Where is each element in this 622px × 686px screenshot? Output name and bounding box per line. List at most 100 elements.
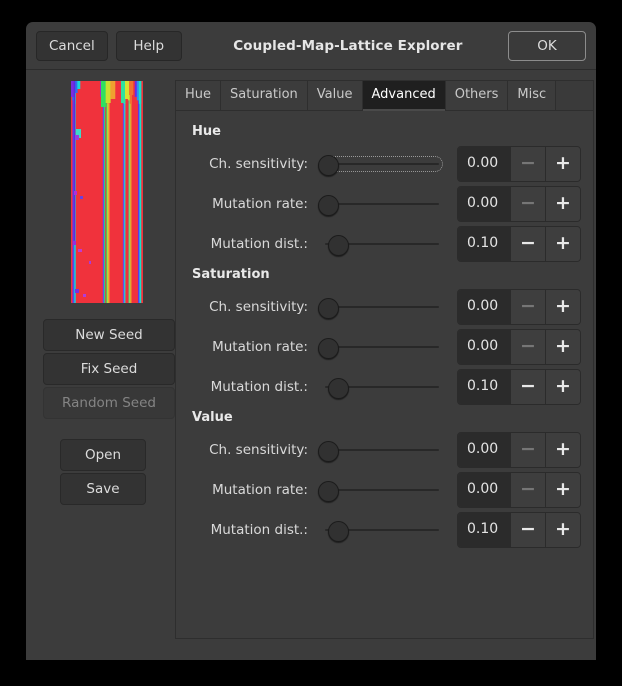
- new-seed-button[interactable]: New Seed: [43, 319, 175, 351]
- slider-handle[interactable]: [318, 441, 339, 462]
- slider-value-ch-sensitivity[interactable]: [318, 437, 443, 463]
- slider-hue-ch-sensitivity[interactable]: [318, 151, 443, 177]
- sidebar: New SeedFix SeedRandom Seed OpenSave: [26, 71, 175, 660]
- setting-row-saturation-mutation-rate: Mutation rate:0.00−+: [188, 327, 581, 367]
- coupled-map-lattice-preview[interactable]: [71, 81, 143, 303]
- slider-track: [325, 346, 439, 348]
- spin-value-input[interactable]: 0.10: [458, 227, 510, 261]
- slider-handle[interactable]: [318, 298, 339, 319]
- minus-icon[interactable]: −: [510, 370, 545, 404]
- slider-saturation-ch-sensitivity[interactable]: [318, 294, 443, 320]
- minus-icon: −: [510, 187, 545, 221]
- seed-button-group: New SeedFix SeedRandom Seed: [43, 319, 175, 419]
- spin-value-input[interactable]: 0.00: [458, 473, 510, 507]
- spinbox-value-mutation-dist: 0.10−+: [457, 512, 581, 548]
- slider-handle[interactable]: [328, 235, 349, 256]
- plus-icon[interactable]: +: [545, 473, 580, 507]
- setting-row-saturation-mutation-dist: Mutation dist.: 0.10−+: [188, 367, 581, 407]
- plus-icon[interactable]: +: [545, 187, 580, 221]
- plus-icon[interactable]: +: [545, 370, 580, 404]
- setting-label: Ch. sensitivity:: [188, 156, 318, 172]
- spin-value-input[interactable]: 0.10: [458, 513, 510, 547]
- plus-icon[interactable]: +: [545, 330, 580, 364]
- spin-value-input[interactable]: 0.00: [458, 290, 510, 324]
- slider-track: [325, 203, 439, 205]
- cancel-button[interactable]: Cancel: [36, 31, 108, 61]
- minus-icon: −: [510, 147, 545, 181]
- setting-row-value-ch-sensitivity: Ch. sensitivity:0.00−+: [188, 430, 581, 470]
- slider-handle[interactable]: [318, 195, 339, 216]
- slider-handle[interactable]: [318, 155, 339, 176]
- plus-icon[interactable]: +: [545, 513, 580, 547]
- dialog-title: Coupled-Map-Lattice Explorer: [182, 38, 508, 54]
- setting-row-value-mutation-dist: Mutation dist.: 0.10−+: [188, 510, 581, 550]
- fix-seed-button[interactable]: Fix Seed: [43, 353, 175, 385]
- spinbox-hue-mutation-rate: 0.00−+: [457, 186, 581, 222]
- setting-label: Mutation dist.:: [188, 522, 318, 538]
- minus-icon[interactable]: −: [510, 227, 545, 261]
- tab-misc[interactable]: Misc: [508, 81, 556, 110]
- spinbox-saturation-ch-sensitivity: 0.00−+: [457, 289, 581, 325]
- dialog-header: Cancel Help Coupled-Map-Lattice Explorer…: [26, 22, 596, 70]
- screen: Cancel Help Coupled-Map-Lattice Explorer…: [0, 0, 622, 686]
- setting-label: Mutation dist.:: [188, 236, 318, 252]
- slider-saturation-mutation-dist[interactable]: [318, 374, 443, 400]
- slider-value-mutation-dist[interactable]: [318, 517, 443, 543]
- minus-icon: −: [510, 290, 545, 324]
- slider-value-mutation-rate[interactable]: [318, 477, 443, 503]
- tab-hue[interactable]: Hue: [176, 81, 221, 110]
- plus-icon[interactable]: +: [545, 290, 580, 324]
- spinbox-hue-ch-sensitivity: 0.00−+: [457, 146, 581, 182]
- setting-row-hue-ch-sensitivity: Ch. sensitivity: 0.00−+: [188, 144, 581, 184]
- tab-strip: HueSaturationValueAdvancedOthersMisc: [175, 80, 594, 110]
- setting-label: Ch. sensitivity:: [188, 299, 318, 315]
- minus-icon[interactable]: −: [510, 513, 545, 547]
- slider-track: [325, 449, 439, 451]
- plus-icon[interactable]: +: [545, 227, 580, 261]
- spin-value-input[interactable]: 0.00: [458, 147, 510, 181]
- tab-saturation[interactable]: Saturation: [221, 81, 308, 110]
- preview-image: [71, 81, 143, 303]
- slider-saturation-mutation-rate[interactable]: [318, 334, 443, 360]
- setting-label: Mutation dist.:: [188, 379, 318, 395]
- settings-notebook: HueSaturationValueAdvancedOthersMisc Hue…: [175, 71, 606, 660]
- tab-value[interactable]: Value: [308, 81, 363, 110]
- minus-icon: −: [510, 330, 545, 364]
- tab-strip-filler: [556, 81, 593, 110]
- slider-handle[interactable]: [328, 378, 349, 399]
- slider-handle[interactable]: [328, 521, 349, 542]
- group-title-hue: Hue: [192, 124, 581, 139]
- header-left-buttons: Cancel Help: [36, 31, 182, 61]
- tab-others[interactable]: Others: [446, 81, 509, 110]
- spin-value-input[interactable]: 0.00: [458, 187, 510, 221]
- cml-explorer-window: Cancel Help Coupled-Map-Lattice Explorer…: [26, 22, 596, 660]
- slider-track: [325, 306, 439, 308]
- spin-value-input[interactable]: 0.10: [458, 370, 510, 404]
- plus-icon[interactable]: +: [545, 147, 580, 181]
- slider-handle[interactable]: [318, 481, 339, 502]
- spin-value-input[interactable]: 0.00: [458, 330, 510, 364]
- slider-hue-mutation-dist[interactable]: [318, 231, 443, 257]
- setting-row-hue-mutation-rate: Mutation rate: 0.00−+: [188, 184, 581, 224]
- setting-label: Mutation rate:: [188, 482, 318, 498]
- dialog-body: New SeedFix SeedRandom Seed OpenSave Hue…: [26, 71, 596, 660]
- plus-icon[interactable]: +: [545, 433, 580, 467]
- open-button[interactable]: Open: [60, 439, 146, 471]
- setting-label: Ch. sensitivity:: [188, 442, 318, 458]
- random-seed-button: Random Seed: [43, 387, 175, 419]
- spinbox-saturation-mutation-dist: 0.10−+: [457, 369, 581, 405]
- slider-handle[interactable]: [318, 338, 339, 359]
- minus-icon: −: [510, 473, 545, 507]
- save-button[interactable]: Save: [60, 473, 146, 505]
- spinbox-value-mutation-rate: 0.00−+: [457, 472, 581, 508]
- group-title-saturation: Saturation: [192, 267, 581, 282]
- spinbox-saturation-mutation-rate: 0.00−+: [457, 329, 581, 365]
- ok-button[interactable]: OK: [508, 31, 586, 61]
- slider-hue-mutation-rate[interactable]: [318, 191, 443, 217]
- setting-label: Mutation rate:: [188, 196, 318, 212]
- setting-row-saturation-ch-sensitivity: Ch. sensitivity: 0.00−+: [188, 287, 581, 327]
- tab-advanced[interactable]: Advanced: [363, 81, 446, 110]
- spin-value-input[interactable]: 0.00: [458, 433, 510, 467]
- help-button[interactable]: Help: [116, 31, 182, 61]
- group-title-value: Value: [192, 410, 581, 425]
